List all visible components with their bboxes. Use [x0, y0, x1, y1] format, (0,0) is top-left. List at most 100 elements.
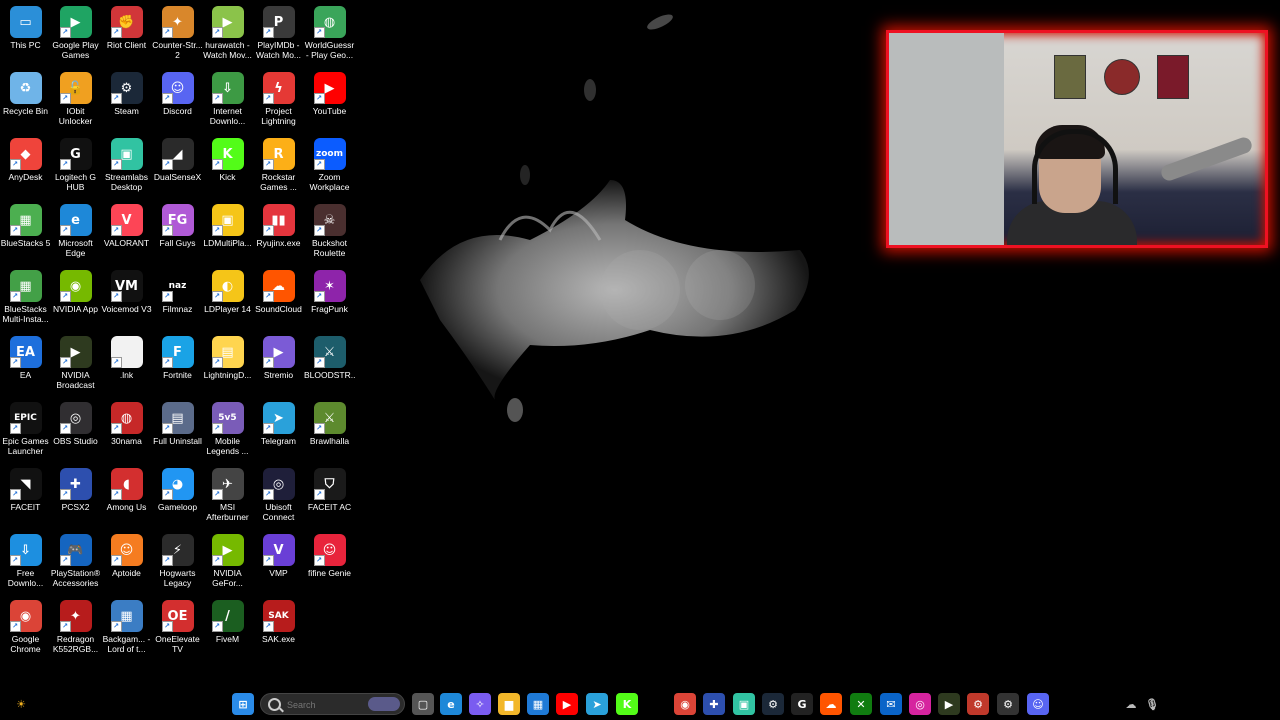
steam-icon[interactable]: ⚙: [762, 693, 784, 715]
desktop-icon-fifine-genie[interactable]: ☺ ↗ fifine Genie: [304, 530, 355, 596]
desktop-icon-anydesk[interactable]: ◆ ↗ AnyDesk: [0, 134, 51, 200]
taskbar-search[interactable]: [260, 693, 405, 715]
desktop-icon-riot-client[interactable]: ✊ ↗ Riot Client: [101, 2, 152, 68]
desktop-icon-buckshot-roulette[interactable]: ☠ ↗ Buckshot Roulette: [304, 200, 355, 266]
desktop-icon-valorant[interactable]: V ↗ VALORANT: [101, 200, 152, 266]
desktop-icon-gameloop[interactable]: ◕ ↗ Gameloop: [152, 464, 203, 530]
discord-icon[interactable]: ☺: [1027, 693, 1049, 715]
desktop-icon-rockstar-games[interactable]: R ↗ Rockstar Games ...: [253, 134, 304, 200]
desktop-icon-epic-games-launcher[interactable]: EPIC ↗ Epic Games Launcher: [0, 398, 51, 464]
shortcut-arrow-icon: ↗: [161, 27, 173, 38]
desktop-icon-faceit[interactable]: ◥ ↗ FACEIT: [0, 464, 51, 530]
desktop-icon-counter-str-2[interactable]: ✦ ↗ Counter-Str... 2: [152, 2, 203, 68]
desktop-icon-playstation-accessories[interactable]: 🎮 ↗ PlayStation® Accessories: [50, 530, 101, 596]
desktop-icon-google-chrome[interactable]: ◉ ↗ Google Chrome: [0, 596, 51, 662]
store-icon[interactable]: ▦: [527, 693, 549, 715]
desktop-icon-bloodstr[interactable]: ⚔ ↗ BLOODSTR...: [304, 332, 355, 398]
search-input[interactable]: [285, 697, 369, 713]
desktop-icon-mobile-legends[interactable]: 5v5 ↗ Mobile Legends ...: [202, 398, 253, 464]
desktop-icon-lnk[interactable]: ↗ .lnk: [101, 332, 152, 398]
steam-active-icon[interactable]: ⚙: [967, 693, 989, 715]
desktop-icon-nvidia-app[interactable]: ◉ ↗ NVIDIA App: [50, 266, 101, 332]
desktop-icon-iobit-unlocker[interactable]: 🔓 ↗ IObit Unlocker: [50, 68, 101, 134]
xbox-icon[interactable]: ✕: [850, 693, 872, 715]
desktop-icon-fortnite[interactable]: F ↗ Fortnite: [152, 332, 203, 398]
kick-icon[interactable]: K: [616, 693, 638, 715]
shortcut-arrow-icon: ↗: [313, 291, 325, 302]
pcsx2-icon[interactable]: ✚: [703, 693, 725, 715]
soundcloud-icon[interactable]: ☁: [820, 693, 842, 715]
desktop-icon-discord[interactable]: ☺ ↗ Discord: [152, 68, 203, 134]
desktop-icon-fragpunk[interactable]: ✶ ↗ FragPunk: [304, 266, 355, 332]
youtube-icon[interactable]: ▶: [556, 693, 578, 715]
instagram-icon[interactable]: ◎: [909, 693, 931, 715]
desktop-icon-oneelevate-tv[interactable]: OE ↗ OneElevate TV: [152, 596, 203, 662]
desktop-icon-stremio[interactable]: ▶ ↗ Stremio: [253, 332, 304, 398]
desktop-icon-ryujinx-exe[interactable]: ▮▮ ↗ Ryujinx.exe: [253, 200, 304, 266]
logitech-icon[interactable]: G: [791, 693, 813, 715]
streamlabs-icon[interactable]: ▣: [733, 693, 755, 715]
desktop-icon-ldplayer-14[interactable]: ◐ ↗ LDPlayer 14: [202, 266, 253, 332]
desktop-icon-this-pc[interactable]: ▭ This PC: [0, 2, 51, 68]
desktop-icon-youtube[interactable]: ▶ ↗ YouTube: [304, 68, 355, 134]
desktop-icon-faceit-ac[interactable]: ⛉ ↗ FACEIT AC: [304, 464, 355, 530]
desktop-icon-steam[interactable]: ⚙ ↗ Steam: [101, 68, 152, 134]
desktop-icon-obs-studio[interactable]: ◎ ↗ OBS Studio: [50, 398, 101, 464]
desktop-icon-sak-exe[interactable]: SAK ↗ SAK.exe: [253, 596, 304, 662]
desktop-icon-filmnaz[interactable]: naz ↗ Filmnaz: [152, 266, 203, 332]
desktop-icon-zoom-workplace[interactable]: zoom ↗ Zoom Workplace: [304, 134, 355, 200]
onedrive-icon[interactable]: ☁: [1120, 693, 1142, 715]
desktop-icon-free-downlo[interactable]: ⇩ ↗ Free Downlo...: [0, 530, 51, 596]
telegram-icon[interactable]: ➤: [586, 693, 608, 715]
weather-icon[interactable]: ☀: [10, 693, 32, 715]
desktop-icon-full-uninstall[interactable]: ▤ ↗ Full Uninstall: [152, 398, 203, 464]
desktop-icon-playimdb-watch-mo[interactable]: P ↗ PlayIMDb - Watch Mo...: [253, 2, 304, 68]
nvidia-broadcast-icon[interactable]: ▶: [938, 693, 960, 715]
desktop-icon-streamlabs-desktop[interactable]: ▣ ↗ Streamlabs Desktop: [101, 134, 152, 200]
desktop-icon-pcsx2[interactable]: ✚ ↗ PCSX2: [50, 464, 101, 530]
desktop-icon-hurawatch-watch-mov[interactable]: ▶ ↗ hurawatch - Watch Mov...: [202, 2, 253, 68]
desktop-icon-internet-downlo[interactable]: ⇩ ↗ Internet Downlo...: [202, 68, 253, 134]
desktop-icon-nvidia-broadcast[interactable]: ▶ ↗ NVIDIA Broadcast: [50, 332, 101, 398]
copilot-icon[interactable]: ✧: [469, 693, 491, 715]
desktop-icon-bluestacks-multi-insta[interactable]: ▦ ↗ BlueStacks Multi-Insta...: [0, 266, 51, 332]
desktop-icon-ubisoft-connect[interactable]: ◎ ↗ Ubisoft Connect: [253, 464, 304, 530]
desktop-icon-vmp[interactable]: V ↗ VMP: [253, 530, 304, 596]
desktop-icon-telegram[interactable]: ➤ ↗ Telegram: [253, 398, 304, 464]
desktop-icon-bluestacks-5[interactable]: ▦ ↗ BlueStacks 5: [0, 200, 51, 266]
chrome-icon[interactable]: ◉: [674, 693, 696, 715]
desktop-icon-msi-afterburner[interactable]: ✈ ↗ MSI Afterburner: [202, 464, 253, 530]
desktop-icon-backgam-lord-of-t[interactable]: ▦ ↗ Backgam... - Lord of t...: [101, 596, 152, 662]
desktop-icon-label: Internet Downlo...: [209, 106, 246, 126]
task-view-icon[interactable]: ▢: [412, 693, 434, 715]
desktop-icon-fall-guys[interactable]: FG ↗ Fall Guys: [152, 200, 203, 266]
desktop-icon-kick[interactable]: K ↗ Kick: [202, 134, 253, 200]
edge-icon[interactable]: e: [440, 693, 462, 715]
desktop-icon-dualsensex[interactable]: ◢ ↗ DualSenseX: [152, 134, 203, 200]
desktop-icon-30nama[interactable]: ◍ ↗ 30nama: [101, 398, 152, 464]
desktop-icon-project-lightning[interactable]: ϟ ↗ Project Lightning: [253, 68, 304, 134]
desktop-icon-among-us[interactable]: ◖ ↗ Among Us: [101, 464, 152, 530]
desktop-icon-hogwarts-legacy[interactable]: ⚡ ↗ Hogwarts Legacy: [152, 530, 203, 596]
settings-icon[interactable]: ⚙: [997, 693, 1019, 715]
desktop-icon-lightningd[interactable]: ▤ ↗ LightningD...: [202, 332, 253, 398]
desktop-icon-microsoft-edge[interactable]: e ↗ Microsoft Edge: [50, 200, 101, 266]
microphone-icon[interactable]: 🎙: [1141, 693, 1163, 715]
file-explorer-icon[interactable]: ▆: [498, 693, 520, 715]
desktop-icon-google-play-games[interactable]: ▶ ↗ Google Play Games: [50, 2, 101, 68]
desktop-icon-brawlhalla[interactable]: ⚔ ↗ Brawlhalla: [304, 398, 355, 464]
desktop-icon-voicemod-v3[interactable]: VM ↗ Voicemod V3: [101, 266, 152, 332]
desktop-icon-recycle-bin[interactable]: ♻ Recycle Bin: [0, 68, 51, 134]
desktop-icon-aptoide[interactable]: ☺ ↗ Aptoide: [101, 530, 152, 596]
desktop-icon-ldmultipla[interactable]: ▣ ↗ LDMultiPla...: [202, 200, 253, 266]
desktop-icon-logitech-g-hub[interactable]: G ↗ Logitech G HUB: [50, 134, 101, 200]
desktop-icon-ea[interactable]: EA ↗ EA: [0, 332, 51, 398]
desktop-icon-soundcloud[interactable]: ☁ ↗ SoundCloud: [253, 266, 304, 332]
desktop-icon-nvidia-gefor[interactable]: ▶ ↗ NVIDIA GeFor...: [202, 530, 253, 596]
webcam-poster: [1104, 59, 1140, 95]
desktop-icon-redragon-k552rgb[interactable]: ✦ ↗ Redragon K552RGB...: [50, 596, 101, 662]
start-button[interactable]: ⊞: [232, 693, 254, 715]
desktop-icon-fivem[interactable]: / ↗ FiveM: [202, 596, 253, 662]
desktop-icon-worldguessr-play-geo[interactable]: ◍ ↗ WorldGuessr - Play Geo...: [304, 2, 355, 68]
outlook-icon[interactable]: ✉: [880, 693, 902, 715]
